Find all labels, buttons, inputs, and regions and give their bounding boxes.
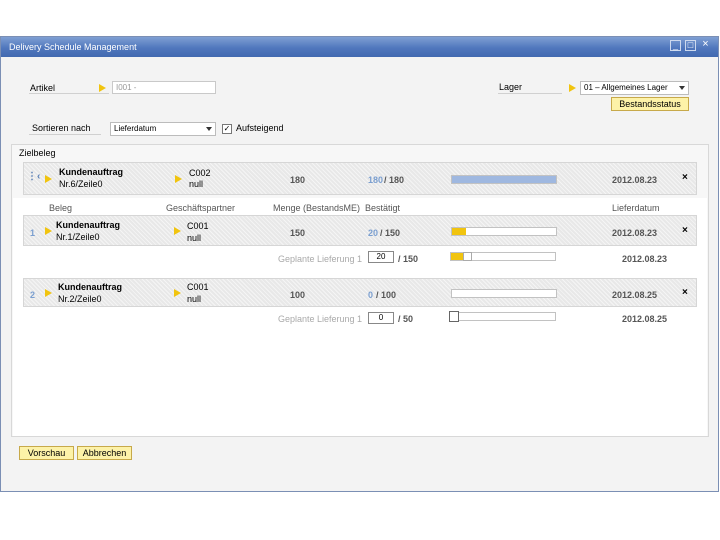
planned-progress-slider[interactable] (450, 252, 556, 261)
remove-source-icon[interactable]: × (682, 225, 688, 236)
drag-handle-icon[interactable]: ⋮‹ (27, 171, 40, 182)
source-partner-name: null (187, 233, 202, 243)
chevron-down-icon (206, 127, 212, 131)
ascending-label: Aufsteigend (236, 123, 284, 133)
source-index: 1 (30, 228, 36, 238)
source-doc-link-arrow-icon[interactable] (45, 227, 52, 235)
source-progress-bar (451, 227, 557, 236)
source-row[interactable]: 1 Kundenauftrag Nr.1/Zeile0 C001 null 15… (23, 215, 697, 246)
target-partner-link-arrow-icon[interactable] (175, 175, 182, 183)
source-doc-type: Kundenauftrag (56, 220, 120, 230)
source-confirmed: 20 (368, 228, 379, 238)
target-doc-type: Kundenauftrag (59, 167, 123, 177)
source-partner-name: null (187, 294, 202, 304)
warehouse-dropdown[interactable]: 01 – Allgemeines Lager (580, 81, 689, 95)
source-confirmed: 0 (368, 290, 374, 300)
source-partner-code: C001 (187, 221, 209, 231)
stock-status-button[interactable]: Bestandsstatus (611, 97, 689, 111)
article-label: Artikel (30, 83, 56, 93)
target-partner-code: C002 (189, 168, 211, 178)
planned-delivery-label: Geplante Lieferung 1 (278, 254, 363, 264)
target-doc-ref: Nr.6/Zeile0 (59, 179, 103, 189)
warehouse-value: 01 – Allgemeines Lager (584, 83, 668, 92)
source-partner-link-arrow-icon[interactable] (174, 227, 181, 235)
title-bar: Delivery Schedule Management _ □ × (1, 37, 718, 57)
target-progress-bar (451, 175, 557, 184)
column-date: Lieferdatum (612, 203, 660, 213)
planned-date: 2012.08.23 (622, 254, 668, 264)
source-doc-ref: Nr.2/Zeile0 (58, 294, 102, 304)
source-index: 2 (30, 290, 36, 300)
source-quantity: 100 (290, 290, 306, 300)
sort-value: Lieferdatum (114, 124, 157, 133)
target-date: 2012.08.23 (612, 175, 658, 185)
column-confirmed: Bestätigt (365, 203, 401, 213)
source-date: 2012.08.25 (612, 290, 658, 300)
source-date: 2012.08.23 (612, 228, 658, 238)
planned-total: / 150 (398, 254, 419, 264)
maximize-icon[interactable]: □ (685, 40, 696, 51)
source-confirmed-total: / 100 (376, 290, 397, 300)
source-quantity: 150 (290, 228, 306, 238)
close-window-icon[interactable]: × (700, 39, 711, 51)
target-section-label: Zielbeleg (19, 148, 56, 158)
planned-delivery-label: Geplante Lieferung 1 (278, 314, 363, 324)
chevron-down-icon (679, 86, 685, 90)
planned-date: 2012.08.25 (622, 314, 668, 324)
warehouse-divider (498, 93, 562, 94)
sort-label: Sortieren nach (32, 123, 91, 133)
preview-button[interactable]: Vorschau (19, 446, 74, 460)
sort-dropdown[interactable]: Lieferdatum (110, 122, 216, 136)
planned-quantity-input[interactable]: 0 (368, 312, 394, 324)
source-progress-bar (451, 289, 557, 298)
column-partner: Geschäftspartner (166, 203, 236, 213)
warehouse-link-arrow-icon[interactable] (569, 84, 576, 92)
target-doc-link-arrow-icon[interactable] (45, 175, 52, 183)
source-doc-link-arrow-icon[interactable] (45, 289, 52, 297)
article-link-arrow-icon[interactable] (99, 84, 106, 92)
warehouse-label: Lager (499, 82, 523, 92)
planned-quantity-input[interactable]: 20 (368, 251, 394, 263)
cancel-button[interactable]: Abbrechen (77, 446, 132, 460)
source-row[interactable]: 2 Kundenauftrag Nr.2/Zeile0 C001 null 10… (23, 278, 697, 307)
remove-source-icon[interactable]: × (682, 287, 688, 298)
source-doc-ref: Nr.1/Zeile0 (56, 232, 100, 242)
window-title: Delivery Schedule Management (9, 42, 137, 52)
target-quantity: 180 (290, 175, 306, 185)
delivery-schedule-window: Delivery Schedule Management _ □ × Artik… (0, 36, 719, 492)
ascending-checkbox[interactable]: ✓ (222, 124, 232, 134)
source-partner-link-arrow-icon[interactable] (174, 289, 181, 297)
target-doc-row[interactable]: ⋮‹ Kundenauftrag Nr.6/Zeile0 C002 null 1… (23, 162, 697, 195)
planned-total: / 50 (398, 314, 414, 324)
source-confirmed-total: / 150 (380, 228, 401, 238)
remove-target-icon[interactable]: × (682, 172, 688, 183)
article-divider (29, 93, 109, 94)
column-quantity: Menge (BestandsME) (273, 203, 361, 213)
article-field[interactable]: I001 - (112, 81, 216, 94)
minimize-icon[interactable]: _ (670, 40, 681, 51)
source-partner-code: C001 (187, 282, 209, 292)
source-doc-type: Kundenauftrag (58, 282, 122, 292)
target-partner-name: null (189, 179, 204, 189)
target-confirmed-total: / 180 (384, 175, 405, 185)
planned-progress-slider[interactable] (449, 311, 556, 322)
slider-handle[interactable] (463, 252, 472, 261)
target-confirmed: 180 (368, 175, 384, 185)
sort-divider (29, 134, 101, 135)
column-doc: Beleg (49, 203, 73, 213)
slider-handle[interactable] (449, 311, 459, 322)
